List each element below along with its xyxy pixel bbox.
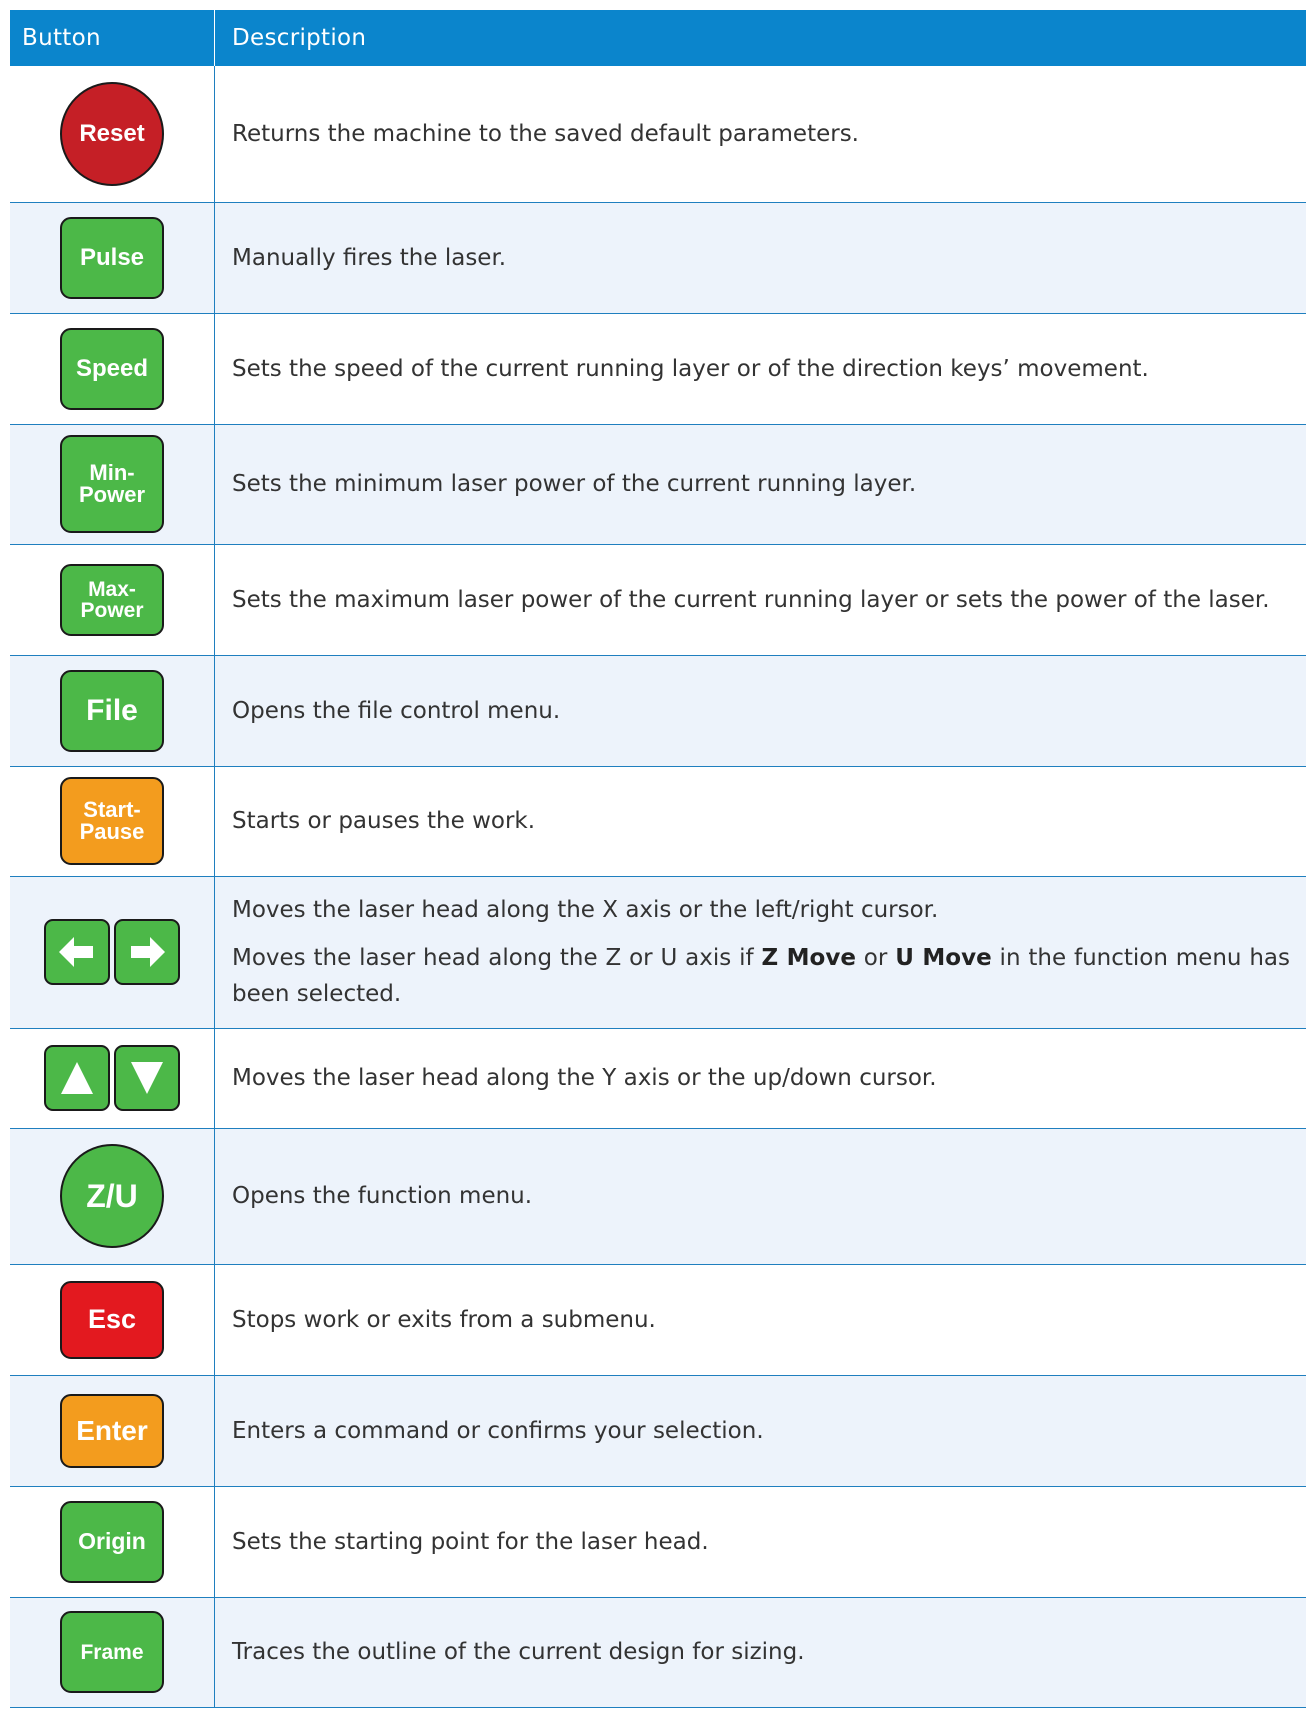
description-text: Moves the laser head along the X axis or… (232, 897, 939, 923)
description-cell: Traces the outline of the current design… (214, 1597, 1306, 1708)
button-cell: Reset (10, 66, 215, 203)
z-move-label: Z Move (761, 945, 856, 971)
column-header-description: Description (214, 10, 1306, 66)
button-cell: Enter (10, 1375, 215, 1487)
table-row-frame: Frame Traces the outline of the current … (10, 1597, 1306, 1708)
min-power-label-line2: Power (78, 482, 146, 507)
max-power-button[interactable]: Max- Power (60, 563, 164, 636)
min-power-button[interactable]: Min- Power (60, 435, 164, 533)
file-button[interactable]: File (60, 669, 164, 752)
enter-button[interactable]: Enter (60, 1393, 164, 1468)
button-cell (10, 1028, 215, 1129)
start-pause-label-line2: Pause (79, 819, 145, 844)
description-text: Opens the file control menu. (232, 697, 561, 724)
start-pause-button[interactable]: Start- Pause (60, 777, 164, 865)
description-text: Stops work or exits from a submenu. (232, 1306, 656, 1333)
button-description-table: Button Description Reset Returns the mac… (10, 10, 1306, 1708)
min-power-label-line1: Min- (89, 460, 135, 485)
description-text: Moves the laser head along the Y axis or… (232, 1065, 937, 1091)
pulse-button[interactable]: Pulse (60, 216, 164, 299)
table-row-up-down: Moves the laser head along the Y axis or… (10, 1028, 1306, 1129)
description-cell: Sets the maximum laser power of the curr… (214, 544, 1306, 656)
button-cell (10, 876, 215, 1029)
table-row-origin: Origin Sets the starting point for the l… (10, 1486, 1306, 1598)
desc-mid: or (855, 945, 896, 971)
button-cell: Z/U (10, 1128, 215, 1265)
description-cell: Stops work or exits from a submenu. (214, 1264, 1306, 1376)
description-cell: Returns the machine to the saved default… (214, 66, 1306, 203)
description-text: Starts or pauses the work. (232, 808, 536, 834)
button-cell: Max- Power (10, 544, 215, 656)
button-cell: Pulse (10, 202, 215, 314)
description-cell: Starts or pauses the work. (214, 766, 1306, 877)
button-cell: Esc (10, 1264, 215, 1376)
table-row-speed: Speed Sets the speed of the current runn… (10, 313, 1306, 425)
description-text: Sets the minimum laser power of the curr… (232, 471, 917, 497)
frame-button[interactable]: Frame (60, 1611, 164, 1693)
description-text-secondary: Moves the laser head along the Z or U ax… (232, 940, 1290, 1012)
description-text: Enters a command or confirms your select… (232, 1417, 764, 1444)
up-down-arrow-keys (44, 1045, 180, 1111)
description-text: Returns the machine to the saved default… (232, 120, 859, 147)
button-cell: File (10, 655, 215, 767)
button-cell: Speed (10, 313, 215, 425)
description-cell: Sets the starting point for the laser he… (214, 1486, 1306, 1598)
u-move-label: U Move (895, 945, 992, 971)
column-header-button: Button (10, 10, 215, 66)
arrow-up-icon[interactable] (44, 1045, 110, 1111)
table-row-left-right: Moves the laser head along the X axis or… (10, 876, 1306, 1029)
esc-button[interactable]: Esc (60, 1280, 164, 1359)
page: Button Description Reset Returns the mac… (0, 0, 1306, 1713)
button-cell: Min- Power (10, 424, 215, 545)
description-cell: Moves the laser head along the X axis or… (214, 876, 1306, 1029)
description-cell: Opens the function menu. (214, 1128, 1306, 1265)
description-cell: Moves the laser head along the Y axis or… (214, 1028, 1306, 1129)
table-row-max-power: Max- Power Sets the maximum laser power … (10, 544, 1306, 656)
desc-prefix: Moves the laser head along the Z or U ax… (232, 945, 762, 971)
table-header-row: Button Description (10, 10, 1306, 66)
description-text: Traces the outline of the current design… (232, 1639, 805, 1665)
table-row-min-power: Min- Power Sets the minimum laser power … (10, 424, 1306, 545)
table-row-enter: Enter Enters a command or confirms your … (10, 1375, 1306, 1487)
description-text: Sets the speed of the current running la… (232, 355, 1149, 382)
arrow-left-icon[interactable] (44, 919, 110, 985)
max-power-label-line1: Max- (88, 577, 136, 601)
table-row-pulse: Pulse Manually fires the laser. (10, 202, 1306, 314)
description-text: Sets the maximum laser power of the curr… (232, 586, 1270, 613)
button-cell: Start- Pause (10, 766, 215, 877)
description-cell: Enters a command or confirms your select… (214, 1375, 1306, 1487)
left-right-arrow-keys (44, 919, 180, 985)
description-cell: Sets the speed of the current running la… (214, 313, 1306, 425)
description-text: Opens the function menu. (232, 1183, 533, 1209)
description-text: Sets the starting point for the laser he… (232, 1528, 709, 1555)
table-row-file: File Opens the file control menu. (10, 655, 1306, 767)
button-cell: Origin (10, 1486, 215, 1598)
description-cell: Manually fires the laser. (214, 202, 1306, 314)
button-cell: Frame (10, 1597, 215, 1708)
table-row-reset: Reset Returns the machine to the saved d… (10, 66, 1306, 203)
arrow-down-icon[interactable] (114, 1045, 180, 1111)
description-cell: Sets the minimum laser power of the curr… (214, 424, 1306, 545)
table-row-esc: Esc Stops work or exits from a submenu. (10, 1264, 1306, 1376)
table-row-start-pause: Start- Pause Starts or pauses the work. (10, 766, 1306, 877)
speed-button[interactable]: Speed (60, 327, 164, 410)
arrow-right-icon[interactable] (114, 919, 180, 985)
z-u-button[interactable]: Z/U (60, 1144, 164, 1248)
description-cell: Opens the file control menu. (214, 655, 1306, 767)
description-text: Manually fires the laser. (232, 244, 507, 271)
max-power-label-line2: Power (80, 598, 144, 622)
start-pause-label-line1: Start- (83, 797, 141, 822)
table-row-z-u: Z/U Opens the function menu. (10, 1128, 1306, 1265)
reset-button[interactable]: Reset (60, 81, 164, 186)
origin-button[interactable]: Origin (60, 1500, 164, 1583)
